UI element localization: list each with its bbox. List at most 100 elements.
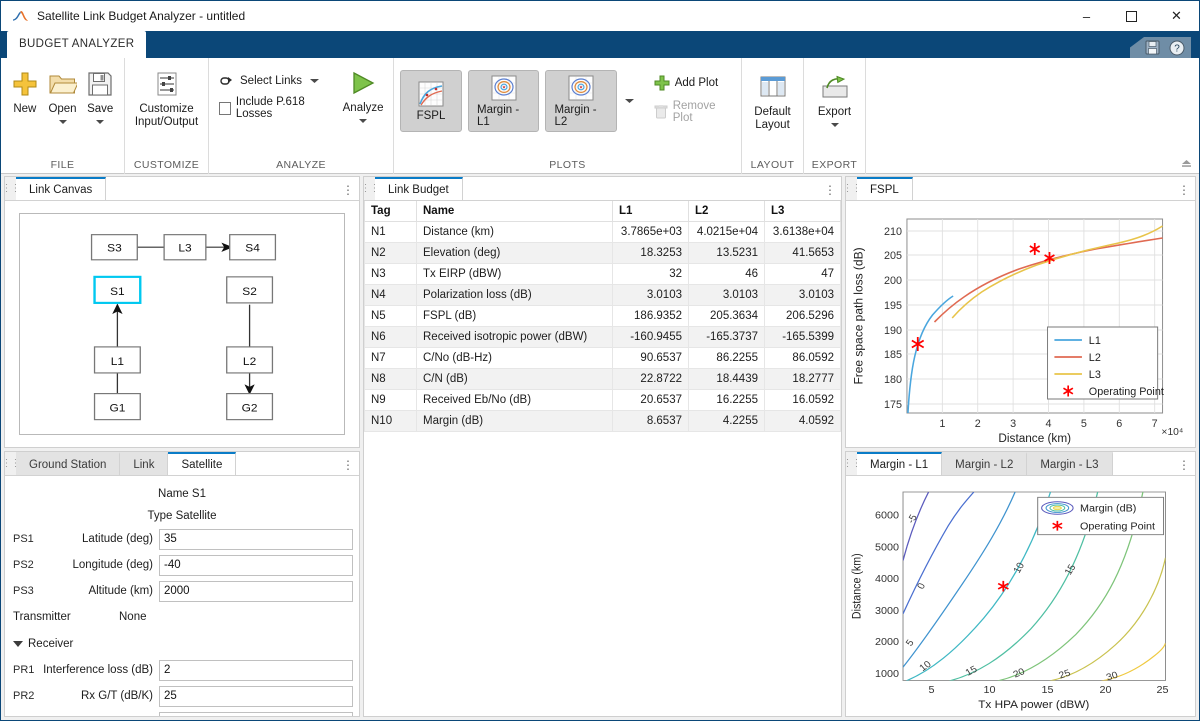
rx-feeder-loss-input[interactable] xyxy=(159,712,353,717)
name-value: S1 xyxy=(192,488,206,500)
receiver-label: Receiver xyxy=(28,638,73,650)
link-budget-options-icon[interactable]: ⋮ xyxy=(819,177,841,200)
latitude-input[interactable] xyxy=(159,529,353,550)
tab-link-canvas[interactable]: Link Canvas xyxy=(16,177,106,200)
chevron-down-icon[interactable] xyxy=(359,119,367,123)
drag-grip-icon[interactable]: ⋮⋮ xyxy=(364,177,375,200)
x-axis-label: Tx HPA power (dBW) xyxy=(978,699,1089,710)
fspl-legend[interactable]: L1 L2 L3 Operating Point xyxy=(1048,327,1164,399)
drag-grip-icon[interactable]: ⋮⋮ xyxy=(846,452,857,475)
include-losses-checkbox-row[interactable]: Include P.618 Losses xyxy=(215,97,337,119)
plot-button-fspl[interactable]: FSPL xyxy=(400,70,462,132)
plot-button-fspl-label: FSPL xyxy=(417,110,446,122)
table-row[interactable]: N5 FSPL (dB) 186.9352 205.3634 206.5296 xyxy=(365,306,841,327)
table-row[interactable]: N2 Elevation (deg) 18.3253 13.5231 41.56… xyxy=(365,243,841,264)
link-canvas-surface[interactable]: S3 L3 S4 xyxy=(19,213,345,435)
save-icon[interactable] xyxy=(1144,39,1161,56)
margin-options-icon[interactable]: ⋮ xyxy=(1173,452,1195,475)
drag-grip-icon[interactable]: ⋮⋮ xyxy=(5,452,16,475)
name-label: Name xyxy=(158,488,189,500)
ribbon-group-layout: DefaultLayout LAYOUT xyxy=(742,58,804,174)
table-row[interactable]: N8 C/N (dB) 22.8722 18.4439 18.2777 xyxy=(365,369,841,390)
receiver-section-header[interactable]: Receiver xyxy=(11,633,353,655)
node-L2: L2 xyxy=(227,347,273,373)
close-button[interactable]: ✕ xyxy=(1154,1,1199,31)
tab-link-budget[interactable]: Link Budget xyxy=(375,177,463,200)
cell-l2: 13.5231 xyxy=(689,243,765,264)
open-button[interactable]: Open xyxy=(45,63,81,125)
tab-budget-analyzer[interactable]: BUDGET ANALYZER xyxy=(7,31,146,58)
cell-tag: N9 xyxy=(365,390,417,411)
sliders-icon xyxy=(154,67,180,100)
customize-input-output-button[interactable]: CustomizeInput/Output xyxy=(131,63,202,130)
minimize-button[interactable]: – xyxy=(1064,1,1109,31)
new-button[interactable]: New xyxy=(7,63,43,117)
cell-l2: 205.3634 xyxy=(689,306,765,327)
maximize-button[interactable] xyxy=(1109,1,1154,31)
customize-input-output-label: CustomizeInput/Output xyxy=(135,103,198,129)
add-plot-button[interactable]: Add Plot xyxy=(650,72,735,94)
include-losses-checkbox[interactable] xyxy=(219,102,231,115)
table-row[interactable]: N4 Polarization loss (dB) 3.0103 3.0103 … xyxy=(365,285,841,306)
window-controls: – ✕ xyxy=(1064,1,1199,31)
drag-grip-icon[interactable]: ⋮⋮ xyxy=(846,177,857,200)
help-icon[interactable]: ? xyxy=(1168,39,1185,56)
default-layout-button[interactable]: DefaultLayout xyxy=(748,66,797,133)
export-button[interactable]: Export xyxy=(810,66,859,128)
transmitter-row: Transmitter None xyxy=(11,606,353,627)
field-tag-ps3: PS3 xyxy=(11,585,41,597)
chevron-down-icon[interactable] xyxy=(310,78,319,84)
tab-margin-l2[interactable]: Margin - L2 xyxy=(942,452,1027,475)
link-canvas-body[interactable]: S3 L3 S4 xyxy=(5,201,359,447)
svg-text:3000: 3000 xyxy=(875,606,899,616)
tab-margin-l3[interactable]: Margin - L3 xyxy=(1027,452,1112,475)
svg-text:190: 190 xyxy=(884,325,902,337)
group-label-layout: LAYOUT xyxy=(742,157,803,174)
tab-margin-l1[interactable]: Margin - L1 xyxy=(857,452,942,475)
analyze-button[interactable]: Analyze xyxy=(339,62,387,124)
link-canvas-options-icon[interactable]: ⋮ xyxy=(337,177,359,200)
tab-satellite[interactable]: Satellite xyxy=(168,452,236,475)
table-row[interactable]: N3 Tx EIRP (dBW) 32 46 47 xyxy=(365,264,841,285)
drag-grip-icon[interactable]: ⋮⋮ xyxy=(5,177,16,200)
cell-l3: 18.2777 xyxy=(765,369,841,390)
svg-text:L3: L3 xyxy=(178,243,191,254)
table-row[interactable]: N10 Margin (dB) 8.6537 4.2255 4.0592 xyxy=(365,411,841,432)
table-row[interactable]: N7 C/No (dB-Hz) 90.6537 86.2255 86.0592 xyxy=(365,348,841,369)
rx-gt-input[interactable] xyxy=(159,686,353,707)
tab-fspl[interactable]: FSPL xyxy=(857,177,913,200)
cell-l2: 4.2255 xyxy=(689,411,765,432)
ribbon: New Open xyxy=(1,58,1199,174)
chevron-down-icon[interactable] xyxy=(831,123,839,127)
right-column: ⋮⋮ FSPL ⋮ xyxy=(845,176,1196,717)
properties-options-icon[interactable]: ⋮ xyxy=(337,452,359,475)
plots-more-button[interactable] xyxy=(623,70,636,132)
svg-text:6: 6 xyxy=(1116,418,1122,430)
group-label-analyze: ANALYZE xyxy=(209,157,393,174)
column-header-name: Name xyxy=(417,201,613,222)
chevron-down-icon[interactable] xyxy=(96,120,104,124)
interference-loss-input[interactable] xyxy=(159,660,353,681)
collapse-ribbon-icon[interactable] xyxy=(1179,156,1193,170)
longitude-input[interactable] xyxy=(159,555,353,576)
plot-button-margin-l1[interactable]: Margin - L1 xyxy=(468,70,539,132)
field-label-altitude: Altitude (km) xyxy=(41,585,159,597)
transmitter-label: Transmitter xyxy=(11,611,119,623)
table-row[interactable]: N1 Distance (km) 3.7865e+03 4.0215e+04 3… xyxy=(365,222,841,243)
tab-link[interactable]: Link xyxy=(120,452,168,475)
tab-ground-station[interactable]: Ground Station xyxy=(16,452,120,475)
add-plot-label: Add Plot xyxy=(675,77,718,89)
table-row[interactable]: N9 Received Eb/No (dB) 20.6537 16.2255 1… xyxy=(365,390,841,411)
chevron-down-icon[interactable] xyxy=(59,120,67,124)
cell-l2: -165.3737 xyxy=(689,327,765,348)
default-layout-label: DefaultLayout xyxy=(754,106,790,132)
save-button[interactable]: Save xyxy=(82,63,118,125)
x-axis-exponent: ×10⁴ xyxy=(1161,427,1183,438)
margin-legend[interactable]: Margin (dB) Operating Point xyxy=(1038,497,1164,534)
select-links-button[interactable]: Select Links xyxy=(215,70,337,92)
plot-button-margin-l2[interactable]: Margin - L2 xyxy=(545,70,616,132)
table-row[interactable]: N6 Received isotropic power (dBW) -160.9… xyxy=(365,327,841,348)
ribbon-group-analyze: Select Links Include P.618 Losses xyxy=(209,58,394,174)
fspl-options-icon[interactable]: ⋮ xyxy=(1173,177,1195,200)
altitude-input[interactable] xyxy=(159,581,353,602)
